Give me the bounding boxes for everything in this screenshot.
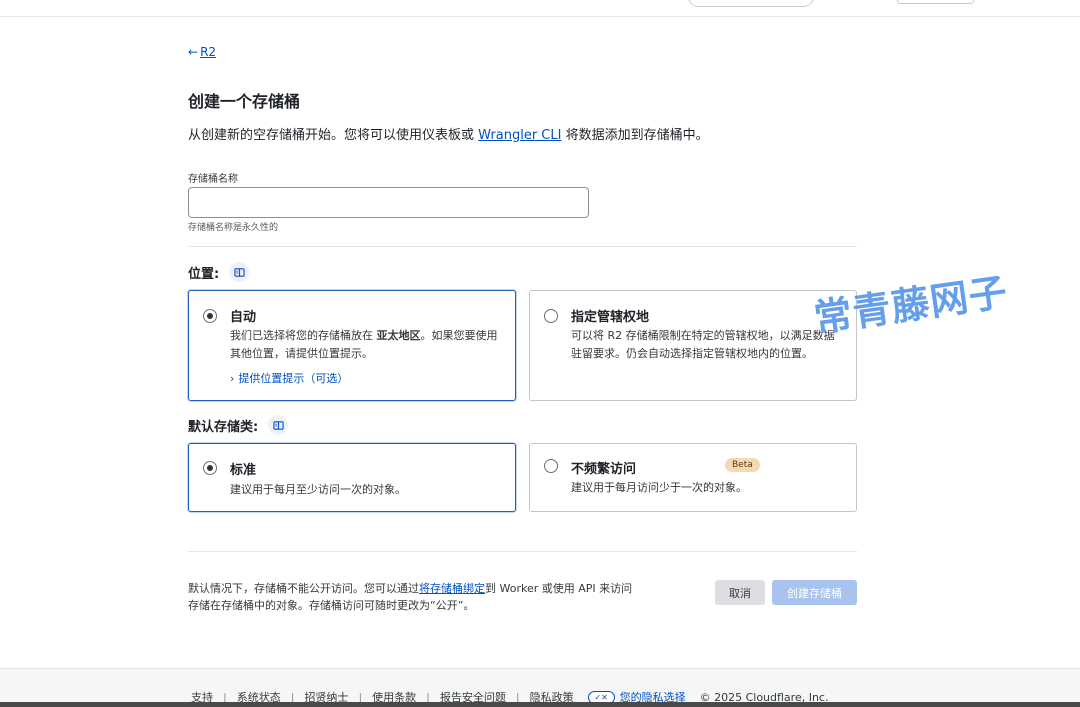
storage-class-section-label: 默认存储类: (188, 415, 289, 435)
divider (188, 246, 857, 247)
storage-class-label: 默认存储类: (188, 419, 259, 435)
location-auto-desc-before: 我们已选择将您的存储桶放在 (230, 329, 377, 342)
location-label: 位置: (188, 266, 220, 282)
location-section-label: 位置: (188, 262, 250, 282)
intro-text-after: 将数据添加到存储桶中。 (561, 128, 709, 143)
create-bucket-button[interactable]: 创建存储桶 (772, 580, 857, 605)
cancel-button[interactable]: 取消 (715, 580, 765, 605)
location-option-jurisdiction[interactable]: 指定管辖权地 可以将 R2 存储桶限制在特定的管辖权地，以满足数据驻留要求。仍会… (529, 290, 857, 401)
watermark: 常青藤网子 (811, 269, 1011, 341)
location-jurisdiction-title: 指定管辖权地 (571, 310, 650, 325)
divider (188, 551, 857, 552)
beta-badge: Beta (725, 458, 760, 472)
wrangler-cli-link[interactable]: Wrangler CLI (478, 128, 561, 143)
bucket-name-label: 存储桶名称 (188, 174, 238, 185)
storage-option-infrequent[interactable]: 不频繁访问 Beta 建议用于每月访问少于一次的对象。 (529, 443, 857, 512)
location-auto-region: 亚太地区 (376, 329, 421, 342)
storage-infrequent-title: 不频繁访问 (571, 462, 637, 477)
top-button[interactable] (897, 0, 974, 4)
chevron-right-icon: › (230, 371, 235, 385)
location-auto-title: 自动 (230, 310, 257, 325)
location-option-auto[interactable]: 自动 我们已选择将您的存储桶放在 亚太地区。如果您要使用其他位置，请提供位置提示… (188, 290, 516, 401)
top-bar (0, 0, 1080, 17)
location-hint-link[interactable]: › 提供位置提示（可选） (230, 370, 348, 386)
location-hint-label: 提供位置提示（可选） (238, 372, 349, 385)
bind-bucket-link[interactable]: 将存储桶绑定 (419, 582, 485, 595)
arrow-left-icon: ← (188, 45, 199, 59)
radio-standard[interactable] (203, 461, 217, 475)
note-before: 默认情况下，存储桶不能公开访问。您可以通过 (188, 582, 419, 595)
bucket-name-help: 存储桶名称是永久性的 (188, 223, 279, 233)
intro-text: 从创建新的空存储桶开始。您将可以使用仪表板或 Wrangler CLI 将数据添… (188, 124, 709, 143)
radio-infrequent[interactable] (544, 459, 558, 473)
intro-text-before: 从创建新的空存储桶开始。您将可以使用仪表板或 (188, 128, 479, 143)
back-link[interactable]: ← R2 (188, 45, 216, 59)
location-jurisdiction-desc: 可以将 R2 存储桶限制在特定的管辖权地，以满足数据驻留要求。仍会自动选择指定管… (571, 329, 835, 360)
storage-infrequent-desc: 建议用于每月访问少于一次的对象。 (571, 481, 747, 494)
public-access-note: 默认情况下，存储桶不能公开访问。您可以通过将存储桶绑定到 Worker 或使用 … (188, 580, 638, 614)
storage-option-standard[interactable]: 标准 建议用于每月至少访问一次的对象。 (188, 443, 516, 512)
storage-standard-title: 标准 (230, 463, 257, 478)
documentation-icon[interactable] (268, 415, 289, 435)
location-auto-desc: 我们已选择将您的存储桶放在 亚太地区。如果您要使用其他位置，请提供位置提示。 (230, 327, 505, 363)
page-title: 创建一个存储桶 (188, 92, 301, 111)
bucket-name-input[interactable] (188, 187, 589, 218)
storage-standard-desc: 建议用于每月至少访问一次的对象。 (230, 483, 406, 496)
top-search-pill[interactable] (688, 0, 814, 7)
documentation-icon[interactable] (229, 262, 250, 282)
bottom-strip (0, 702, 1080, 707)
radio-auto[interactable] (203, 309, 217, 323)
back-link-label: R2 (200, 45, 217, 59)
radio-jurisdiction[interactable] (544, 309, 558, 323)
